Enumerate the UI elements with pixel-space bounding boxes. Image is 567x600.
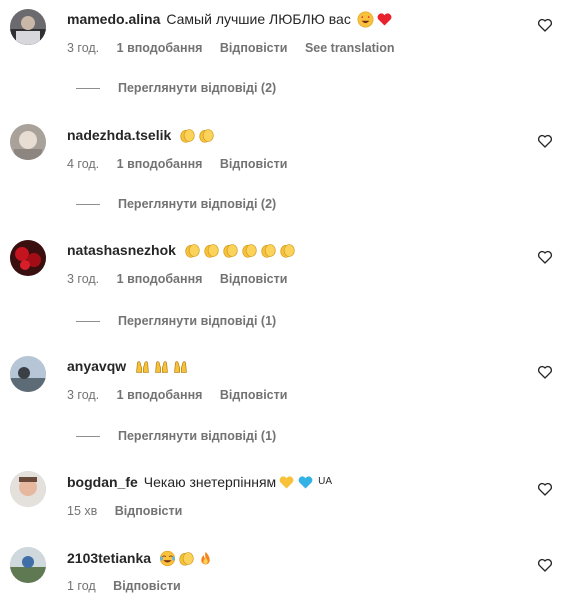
avatar[interactable]: [10, 356, 46, 392]
avatar[interactable]: [10, 240, 46, 276]
timestamp: 4 год.: [67, 157, 100, 171]
comment-meta: 3 год. 1 вподобання Відповісти See trans…: [67, 40, 409, 56]
comment-line: 2103tetianka: [67, 549, 216, 567]
comment-line: natashasnezhok: [67, 241, 298, 259]
divider: [76, 320, 100, 322]
blue-heart-emoji-icon: [297, 474, 314, 491]
yellow-heart-emoji-icon: [278, 474, 295, 491]
comment-text: Самый лучшие ЛЮБЛЮ вас: [166, 11, 351, 27]
reply-button[interactable]: Відповісти: [220, 41, 288, 55]
comment-meta: 3 год. 1 вподобання Відповісти: [67, 271, 301, 287]
likes-count[interactable]: 1 вподобання: [117, 41, 203, 55]
view-replies-button[interactable]: Переглянути відповіді (2): [76, 80, 276, 96]
praising-hands-emoji-icon: [134, 358, 151, 375]
likes-count[interactable]: 1 вподобання: [117, 388, 203, 402]
see-translation-button[interactable]: See translation: [305, 41, 395, 55]
fire-emoji-icon: [197, 550, 214, 567]
reply-button[interactable]: Відповісти: [220, 388, 288, 402]
comment-meta: 3 год. 1 вподобання Відповісти: [67, 387, 301, 403]
avatar[interactable]: [10, 124, 46, 160]
username[interactable]: 2103tetianka: [67, 549, 151, 567]
clapping-hands-emoji-icon: [260, 242, 277, 259]
clapping-hands-emoji-icon: [241, 242, 258, 259]
comment-text: Чекаю знетерпінням: [143, 474, 277, 490]
reply-button[interactable]: Відповісти: [220, 157, 288, 171]
view-replies-button[interactable]: Переглянути відповіді (1): [76, 313, 276, 329]
comment-line: anyavqw: [67, 357, 191, 375]
tears-of-joy-emoji-icon: [159, 550, 176, 567]
likes-count[interactable]: 1 вподобання: [117, 272, 203, 286]
ua-label: UA: [318, 476, 333, 487]
praising-hands-emoji-icon: [172, 358, 189, 375]
divider: [76, 435, 100, 437]
view-replies-label: Переглянути відповіді (2): [118, 197, 277, 211]
like-heart-icon[interactable]: [537, 481, 553, 497]
username[interactable]: mamedo.alina: [67, 10, 160, 28]
timestamp: 3 год.: [67, 388, 100, 402]
clapping-hands-emoji-icon: [179, 127, 196, 144]
like-heart-icon[interactable]: [537, 557, 553, 573]
username[interactable]: nadezhda.tselik: [67, 126, 171, 144]
view-replies-button[interactable]: Переглянути відповіді (1): [76, 428, 276, 444]
like-heart-icon[interactable]: [537, 249, 553, 265]
star-struck-emoji-icon: [357, 11, 374, 28]
like-heart-icon[interactable]: [537, 133, 553, 149]
likes-count[interactable]: 1 вподобання: [117, 157, 203, 171]
avatar[interactable]: [10, 471, 46, 507]
view-replies-label: Переглянути відповіді (1): [118, 314, 277, 328]
timestamp: 3 год.: [67, 272, 100, 286]
timestamp: 15 хв: [67, 504, 98, 518]
timestamp: 1 год: [67, 579, 96, 593]
comment-meta: 4 год. 1 вподобання Відповісти: [67, 156, 301, 172]
comment-meta: 1 год Відповісти: [67, 578, 195, 594]
avatar[interactable]: [10, 9, 46, 45]
username[interactable]: anyavqw: [67, 357, 126, 375]
red-heart-emoji-icon: [376, 11, 393, 28]
reply-button[interactable]: Відповісти: [220, 272, 288, 286]
clapping-hands-emoji-icon: [198, 127, 215, 144]
divider: [76, 87, 100, 89]
clapping-hands-emoji-icon: [279, 242, 296, 259]
clapping-hands-emoji-icon: [222, 242, 239, 259]
comment-line: nadezhda.tselik: [67, 126, 217, 144]
username[interactable]: bogdan_fe: [67, 473, 138, 491]
comment-line: mamedo.alina Самый лучшие ЛЮБЛЮ вас: [67, 10, 395, 28]
clapping-hands-emoji-icon: [203, 242, 220, 259]
reply-button[interactable]: Відповісти: [115, 504, 183, 518]
view-replies-label: Переглянути відповіді (1): [118, 429, 277, 443]
praising-hands-emoji-icon: [153, 358, 170, 375]
timestamp: 3 год.: [67, 41, 100, 55]
view-replies-label: Переглянути відповіді (2): [118, 81, 277, 95]
like-heart-icon[interactable]: [537, 364, 553, 380]
view-replies-button[interactable]: Переглянути відповіді (2): [76, 196, 276, 212]
username[interactable]: natashasnezhok: [67, 241, 176, 259]
divider: [76, 203, 100, 205]
clapping-hands-emoji-icon: [178, 550, 195, 567]
like-heart-icon[interactable]: [537, 17, 553, 33]
comment-line: bogdan_fe Чекаю знетерпінням UA: [67, 473, 332, 491]
comment-meta: 15 хв Відповісти: [67, 503, 196, 519]
avatar[interactable]: [10, 547, 46, 583]
reply-button[interactable]: Відповісти: [113, 579, 181, 593]
clapping-hands-emoji-icon: [184, 242, 201, 259]
